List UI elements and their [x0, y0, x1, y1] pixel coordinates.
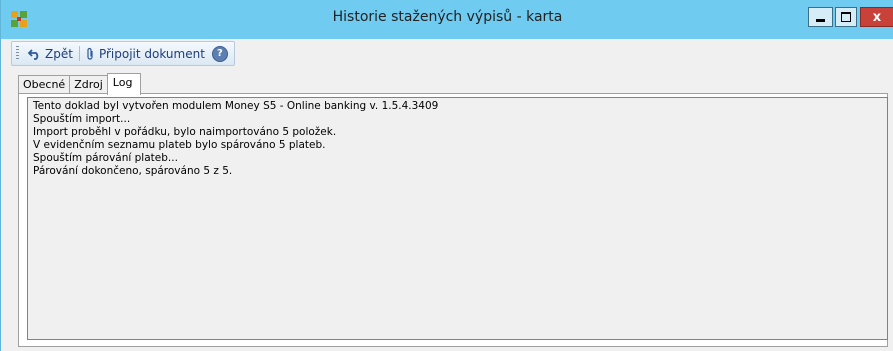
log-line: Tento doklad byl vytvořen modulem Money … [33, 100, 439, 112]
log-line: Import proběhl v pořádku, bylo naimporto… [33, 126, 337, 138]
minimize-icon [816, 19, 825, 22]
window: Historie stažených výpisů - karta x Zpět… [0, 0, 893, 351]
back-button[interactable]: Zpět [25, 43, 76, 64]
log-textarea[interactable]: Tento doklad byl vytvořen modulem Money … [27, 97, 888, 340]
toolbar: Zpět Připojit dokument ? [11, 41, 235, 66]
tab-strip: Obecné Zdroj Log [18, 73, 142, 95]
close-button[interactable]: x [860, 7, 893, 27]
back-button-label: Zpět [45, 46, 73, 61]
undo-arrow-icon [28, 48, 39, 60]
minimize-button[interactable] [808, 7, 833, 27]
tab-log[interactable]: Log [106, 73, 142, 95]
toolbar-separator [78, 46, 80, 61]
close-icon: x [872, 9, 882, 25]
log-line: Párování dokončeno, spárováno 5 z 5. [33, 165, 233, 177]
tab-zdroj[interactable]: Zdroj [69, 75, 108, 93]
paperclip-icon [87, 47, 93, 60]
attach-document-button[interactable]: Připojit dokument [83, 43, 208, 64]
toolbar-grip[interactable] [16, 46, 19, 61]
window-title: Historie stažených výpisů - karta [332, 9, 563, 25]
log-line: Spouštím párování plateb... [33, 152, 178, 164]
maximize-icon [841, 12, 851, 22]
help-icon[interactable]: ? [211, 45, 228, 62]
title-bar[interactable]: Historie stažených výpisů - karta x [1, 0, 893, 39]
tab-obecne[interactable]: Obecné [18, 75, 71, 93]
maximize-button[interactable] [835, 7, 857, 27]
log-line: Spouštím import... [33, 113, 131, 125]
log-line: V evidenčním seznamu plateb bylo spárová… [33, 139, 326, 151]
attach-document-label: Připojit dokument [98, 46, 205, 61]
